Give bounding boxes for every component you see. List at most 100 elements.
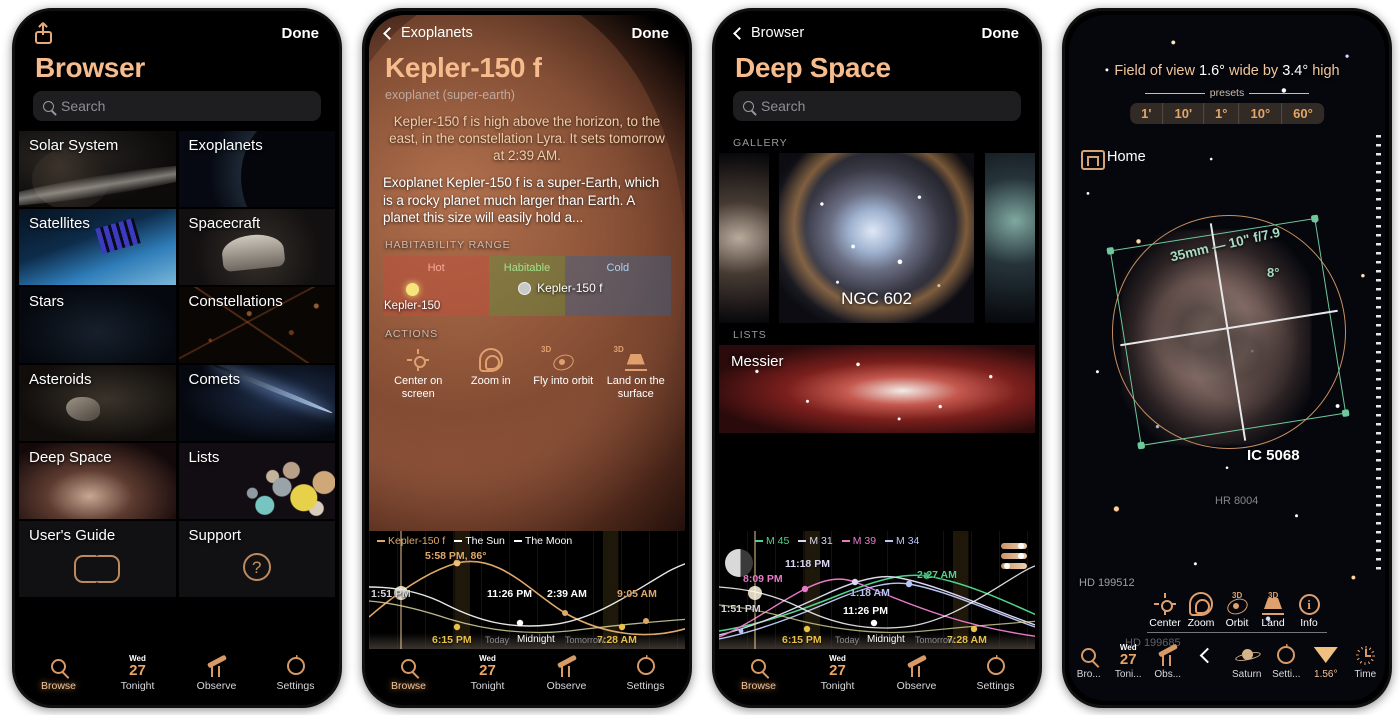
calendar-icon: Wed 27: [1120, 643, 1137, 667]
calendar-icon: Wed 27: [129, 654, 146, 678]
preset-segmented-control[interactable]: 1' 10' 1° 10° 60°: [1130, 103, 1324, 124]
chart-annotation: 2:39 AM: [547, 588, 587, 600]
browser-cell-asteroids[interactable]: Asteroids: [19, 365, 176, 441]
cell-label: Stars: [29, 293, 65, 310]
star-label-hd199512: HD 199512: [1079, 577, 1135, 589]
browser-cell-lists[interactable]: Lists: [178, 443, 335, 519]
phone1-navbar: Done: [19, 15, 335, 51]
cell-label: User's Guide: [29, 527, 116, 544]
summary-text: Kepler-150 f is high above the horizon, …: [389, 114, 665, 163]
browser-cell-satellites[interactable]: Satellites: [19, 209, 176, 285]
action-center[interactable]: Center: [1147, 591, 1183, 630]
action-zoom[interactable]: Zoom: [1183, 591, 1219, 630]
page-title: Deep Space: [735, 52, 891, 83]
habitability-range[interactable]: Hot Habitable Cold Kepler-150 Kepler-150…: [383, 255, 671, 316]
action-land[interactable]: 3D Land: [1255, 591, 1291, 630]
action-land-on-surface[interactable]: 3D Land on the surface: [601, 345, 672, 401]
preset-10deg[interactable]: 10°: [1239, 103, 1283, 124]
moon-icon: [725, 549, 753, 577]
tab-browse[interactable]: Browse: [369, 654, 448, 692]
browser-cell-users-guide[interactable]: User's Guide: [19, 521, 176, 597]
phone-kepler-detail: Exoplanets Done Kepler-150 f exoplanet (…: [362, 8, 692, 708]
chart-annotation: 5:58 PM, 86°: [425, 550, 487, 562]
gear-icon: [636, 657, 655, 675]
preset-1deg[interactable]: 1°: [1204, 103, 1240, 124]
done-button[interactable]: Done: [632, 25, 670, 42]
tab-observe[interactable]: Obs...: [1148, 643, 1188, 680]
search-input[interactable]: Search: [733, 91, 1021, 121]
tab-settings[interactable]: Settings: [256, 654, 335, 692]
home-button[interactable]: Home: [1081, 147, 1146, 170]
browser-cell-constellations[interactable]: Constellations: [178, 287, 335, 363]
tab-label: Settings: [976, 680, 1015, 692]
gear-icon: [986, 657, 1005, 675]
browser-cell-support[interactable]: Support?: [178, 521, 335, 597]
gallery-item[interactable]: [719, 153, 769, 323]
browser-cell-exoplanets[interactable]: Exoplanets: [178, 131, 335, 207]
browser-grid: Solar System Exoplanets Satellites Space…: [19, 131, 335, 597]
axis-tick: Today: [835, 635, 860, 645]
legend-item: M 45: [755, 535, 789, 547]
tab-label: Settings: [276, 680, 315, 692]
page-title: Browser: [35, 52, 145, 83]
rise-set-chart-kepler[interactable]: Kepler-150 f The Sun The Moon 5:58 PM, 8…: [369, 531, 685, 649]
zoom-scale-ruler[interactable]: [1376, 135, 1381, 575]
gallery-item-ngc602[interactable]: NGC 602: [779, 153, 974, 323]
back-button[interactable]: Exoplanets: [383, 25, 473, 41]
tab-settings[interactable]: Settings: [956, 654, 1035, 692]
tab-time[interactable]: Time: [1346, 643, 1386, 680]
tab-observe[interactable]: Observe: [877, 654, 956, 692]
browser-cell-stars[interactable]: Stars: [19, 287, 176, 363]
actions-row: Center on screen Zoom in 3D Fly into orb…: [383, 345, 671, 401]
tab-back[interactable]: [1188, 643, 1228, 669]
preset-10arcmin[interactable]: 10': [1163, 103, 1205, 124]
tab-settings[interactable]: Setti...: [1267, 643, 1307, 680]
home-label: Home: [1107, 148, 1146, 165]
preset-1arcmin[interactable]: 1': [1130, 103, 1164, 124]
fov-cone-icon: [1313, 647, 1338, 663]
browser-cell-deep-space[interactable]: Deep Space: [19, 443, 176, 519]
orbit-icon: [551, 349, 575, 371]
tab-tonight[interactable]: Wed 27 Tonight: [98, 654, 177, 692]
tab-label: Browse: [740, 680, 776, 692]
gallery-row[interactable]: NGC 602: [719, 153, 1035, 323]
tab-browse[interactable]: Browse: [19, 654, 98, 692]
rise-set-chart-messier[interactable]: M 45 M 31 M 39 M 34 8:09 PM 11:18 PM 1:1…: [719, 531, 1035, 649]
tab-tonight[interactable]: Wed 27 Tonight: [798, 654, 877, 692]
phone-sky-view: Field of view 1.6° wide by 3.4° high pre…: [1062, 8, 1392, 708]
chart-options-button[interactable]: [1001, 543, 1027, 573]
tab-settings[interactable]: Settings: [606, 654, 685, 692]
done-button[interactable]: Done: [282, 25, 320, 42]
action-fly-into-orbit[interactable]: 3D Fly into orbit: [528, 345, 599, 401]
fov-width-value: 1.6°: [1199, 63, 1225, 79]
browser-cell-solar-system[interactable]: Solar System: [19, 131, 176, 207]
tab-label: Observe: [196, 680, 237, 692]
action-zoom-in[interactable]: Zoom in: [456, 345, 527, 401]
land-icon: [623, 349, 649, 371]
done-button[interactable]: Done: [982, 25, 1020, 42]
tab-browse[interactable]: Browse: [719, 654, 798, 692]
browser-cell-spacecraft[interactable]: Spacecraft: [178, 209, 335, 285]
action-center-on-screen[interactable]: Center on screen: [383, 345, 454, 401]
back-button[interactable]: Browser: [733, 25, 804, 41]
browser-cell-comets[interactable]: Comets: [178, 365, 335, 441]
tab-tonight[interactable]: Wed 27 Tonight: [448, 654, 527, 692]
tab-label: Toni...: [1114, 669, 1142, 680]
tab-fov[interactable]: 1.56°: [1306, 643, 1346, 680]
zoom-icon: [1189, 592, 1213, 616]
preset-60deg[interactable]: 60°: [1282, 103, 1324, 124]
gallery-item[interactable]: [985, 153, 1035, 323]
tab-saturn[interactable]: Saturn: [1227, 643, 1267, 680]
share-icon[interactable]: [35, 22, 52, 44]
list-item-messier[interactable]: Messier: [719, 345, 1035, 433]
tab-browse[interactable]: Bro...: [1069, 643, 1109, 680]
search-input[interactable]: Search: [33, 91, 321, 121]
tab-tonight[interactable]: Wed 27 Toni...: [1109, 643, 1149, 680]
tab-observe[interactable]: Observe: [527, 654, 606, 692]
action-info[interactable]: i Info: [1291, 591, 1327, 630]
tab-label: Observe: [546, 680, 587, 692]
tab-observe[interactable]: Observe: [177, 654, 256, 692]
page-subtitle: exoplanet (super-earth): [385, 88, 515, 102]
chart-annotation: 1:51 PM: [721, 603, 761, 615]
action-orbit[interactable]: 3D Orbit: [1219, 591, 1255, 630]
